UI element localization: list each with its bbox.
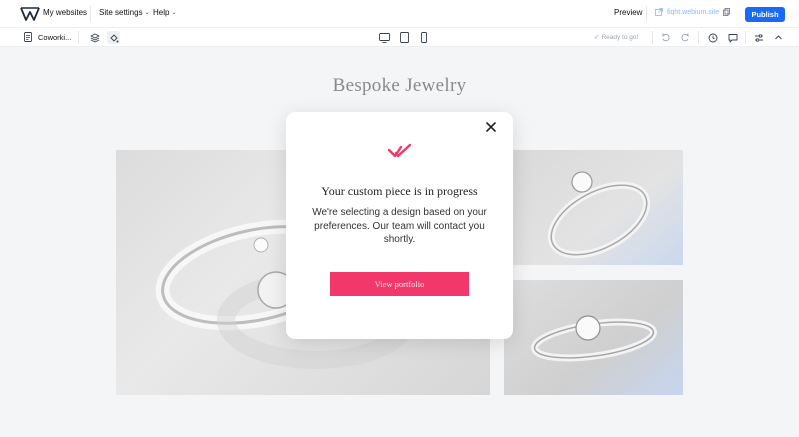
ring-image-top[interactable]	[504, 150, 683, 265]
layers-icon	[90, 33, 99, 42]
redo-button[interactable]	[679, 31, 692, 44]
divider	[90, 6, 91, 22]
layers-button[interactable]	[88, 31, 101, 44]
design-button[interactable]	[107, 31, 120, 44]
site-settings-menu[interactable]: Site settings ⌄	[99, 8, 150, 17]
editor-toolbar: Coworki... ✓ Ready to go!	[0, 28, 799, 47]
ring-photo	[547, 171, 651, 259]
history-button[interactable]	[706, 31, 719, 44]
desktop-view-button[interactable]	[378, 31, 391, 44]
mobile-view-button[interactable]	[417, 31, 430, 44]
history-icon	[708, 33, 717, 42]
help-label: Help	[153, 8, 170, 17]
desktop-icon	[379, 32, 390, 43]
close-icon[interactable]	[485, 121, 497, 133]
external-link-icon	[655, 8, 663, 16]
paint-icon	[109, 33, 118, 42]
my-websites-link[interactable]: My websites	[43, 8, 87, 17]
site-url-text: fiqht.webium.site	[667, 8, 720, 16]
chevron-down-icon: ⌄	[144, 10, 150, 16]
page-selector[interactable]: Coworki...	[24, 32, 71, 42]
ring-image-bottom[interactable]	[504, 280, 683, 395]
undo-icon	[661, 33, 670, 42]
collapse-icon	[775, 35, 782, 40]
page-name: Coworki...	[38, 32, 72, 42]
page-icon	[24, 32, 32, 42]
divider	[78, 31, 79, 44]
help-menu[interactable]: Help ⌄	[153, 8, 176, 17]
divider	[745, 31, 746, 44]
ring-photo	[531, 315, 657, 362]
comment-icon	[728, 33, 737, 42]
divider	[646, 6, 647, 22]
ready-status: ✓ Ready to go!	[594, 33, 639, 42]
preview-button[interactable]: Preview	[614, 8, 642, 17]
tablet-icon	[400, 32, 409, 43]
collapse-toolbar-button[interactable]	[772, 31, 785, 44]
copy-icon[interactable]	[723, 8, 731, 16]
success-icon	[387, 143, 412, 158]
logo-icon[interactable]	[20, 6, 40, 22]
settings-button[interactable]	[752, 31, 765, 44]
check-icon: ✓	[594, 34, 600, 41]
comments-button[interactable]	[726, 31, 739, 44]
modal-title: Your custom piece is in progress	[321, 184, 478, 198]
redo-icon	[681, 33, 690, 42]
chevron-down-icon: ⌄	[171, 10, 177, 16]
divider	[698, 31, 699, 44]
sliders-icon	[754, 33, 763, 42]
site-settings-label: Site settings	[99, 8, 143, 17]
top-bar: My websites Site settings ⌄ Help ⌄ Previ…	[0, 0, 799, 28]
view-portfolio-button[interactable]: View portfolio	[330, 272, 469, 296]
section-title[interactable]: Bespoke Jewelry	[0, 75, 799, 97]
modal-message: We're selecting a design based on your p…	[312, 207, 487, 245]
divider	[652, 31, 653, 44]
undo-button[interactable]	[659, 31, 672, 44]
ready-status-text: Ready to go!	[601, 33, 639, 41]
publish-button[interactable]: Publish	[745, 7, 785, 22]
mobile-icon	[420, 32, 427, 43]
tablet-view-button[interactable]	[398, 31, 411, 44]
site-url-link[interactable]: fiqht.webium.site	[655, 8, 731, 16]
